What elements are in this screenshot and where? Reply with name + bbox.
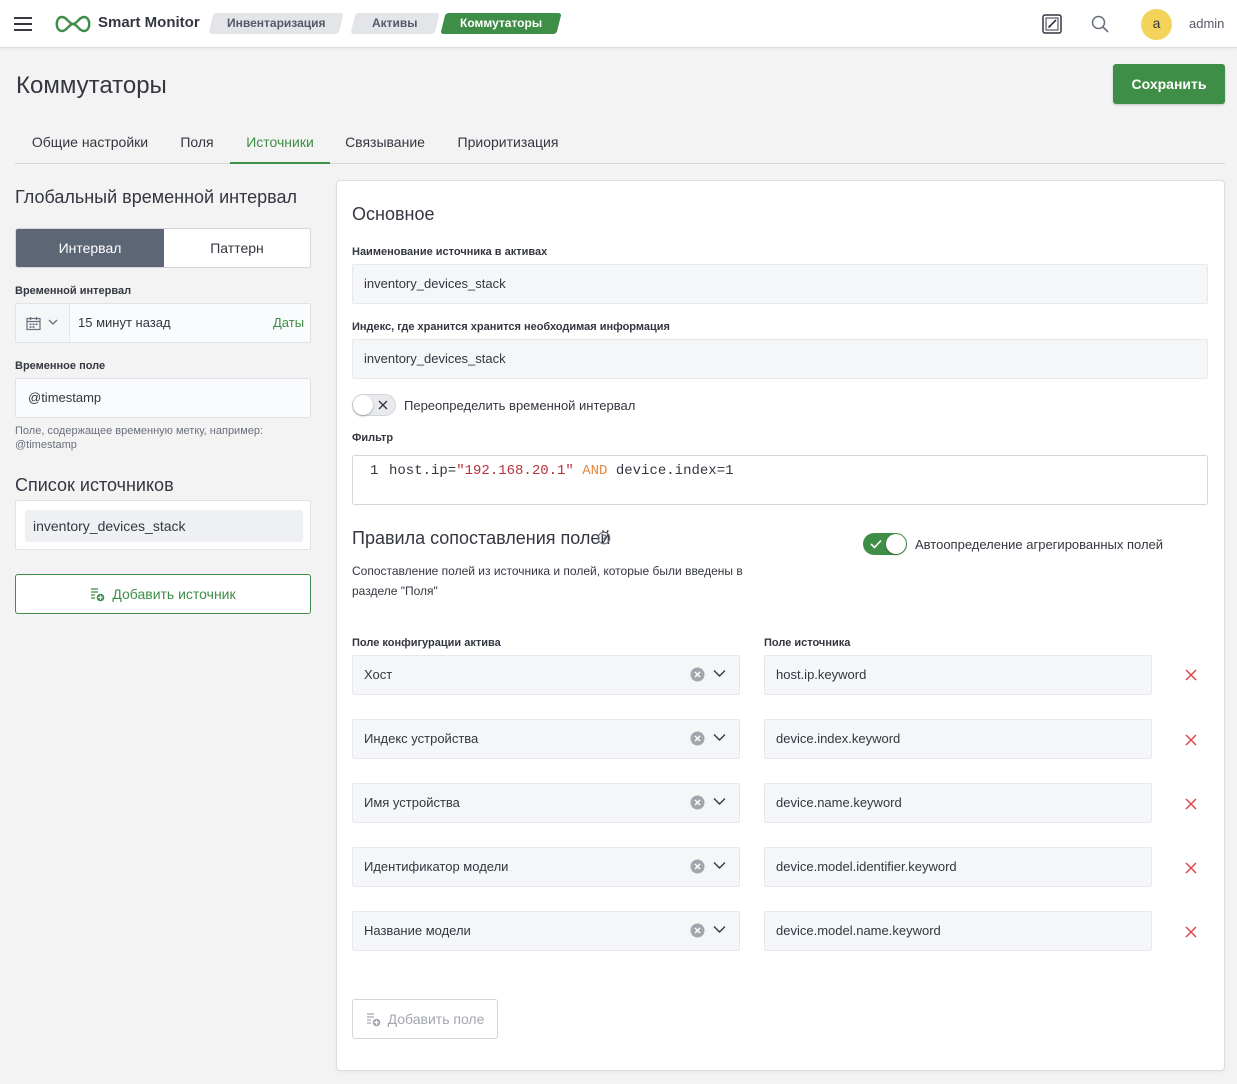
- asset-field-select[interactable]: Индекс устройства: [352, 719, 740, 759]
- source-field-input[interactable]: device.model.name.keyword: [764, 911, 1152, 951]
- delete-mapping-icon[interactable]: [1185, 862, 1197, 874]
- index-input[interactable]: inventory_devices_stack: [352, 339, 1208, 379]
- save-button[interactable]: Сохранить: [1113, 64, 1225, 104]
- asset-field-value: Имя устройства: [364, 795, 460, 810]
- asset-field-select[interactable]: Имя устройства: [352, 783, 740, 823]
- global-time-heading: Глобальный временной интервал: [15, 187, 298, 207]
- asset-field-column-label: Поле конфигурации актива: [352, 637, 501, 649]
- mapping-description: Сопоставление полей из источника и полей…: [352, 564, 743, 598]
- page-title: Коммутаторы: [16, 72, 167, 99]
- asset-field-select[interactable]: Название модели: [352, 911, 740, 951]
- app-name[interactable]: Smart Monitor: [98, 14, 200, 31]
- chevron-down-icon: [48, 319, 58, 326]
- mode-interval-button[interactable]: Интервал: [16, 229, 164, 267]
- chevron-down-icon[interactable]: [713, 669, 726, 678]
- toggle-knob: [886, 534, 906, 554]
- tab-general-settings[interactable]: Общие настройки: [15, 122, 165, 164]
- tab-linking[interactable]: Связывание: [331, 122, 439, 164]
- breadcrumb-switches[interactable]: Коммутаторы: [440, 13, 562, 34]
- source-field-input[interactable]: device.model.identifier.keyword: [764, 847, 1152, 887]
- override-interval-label: Переопределить временной интервал: [404, 398, 636, 413]
- source-name-label: Наименование источника в активах: [352, 246, 548, 258]
- delete-mapping-icon[interactable]: [1185, 926, 1197, 938]
- edit-note-icon[interactable]: [1040, 12, 1064, 36]
- source-field-input[interactable]: host.ip.keyword: [764, 655, 1152, 695]
- asset-field-value: Индекс устройства: [364, 731, 479, 746]
- chevron-down-icon[interactable]: [713, 797, 726, 806]
- source-field-column-label: Поле источника: [764, 637, 851, 649]
- asset-field-value: Хост: [364, 667, 393, 682]
- check-icon: [870, 539, 882, 549]
- top-bar: Smart Monitor Инвентаризация Активы Комм…: [0, 0, 1237, 48]
- add-source-label: Добавить источник: [112, 586, 236, 602]
- filter-label: Фильтр: [352, 432, 394, 444]
- source-field-input[interactable]: device.name.keyword: [764, 783, 1152, 823]
- auto-detect-toggle[interactable]: [863, 533, 907, 555]
- add-list-icon: [366, 1012, 381, 1027]
- dates-link[interactable]: Даты: [273, 304, 304, 342]
- quick-select-button[interactable]: [16, 304, 70, 342]
- delete-mapping-icon[interactable]: [1185, 734, 1197, 746]
- menu-icon[interactable]: [13, 14, 33, 34]
- asset-field-select[interactable]: Хост: [352, 655, 740, 695]
- delete-mapping-icon[interactable]: [1185, 669, 1197, 681]
- time-mode-switch: Интервал Паттерн: [15, 228, 311, 268]
- calendar-icon: [26, 316, 41, 331]
- chevron-down-icon[interactable]: [713, 925, 726, 934]
- chevron-down-icon[interactable]: [713, 733, 726, 742]
- help-icon[interactable]: [597, 531, 611, 545]
- chevron-down-icon[interactable]: [713, 861, 726, 870]
- logo-icon[interactable]: [52, 14, 94, 34]
- basic-heading: Основное: [352, 204, 435, 224]
- clear-icon[interactable]: [690, 795, 705, 810]
- asset-field-select[interactable]: Идентификатор модели: [352, 847, 740, 887]
- tab-sources[interactable]: Источники: [230, 122, 330, 164]
- override-interval-toggle[interactable]: [352, 394, 396, 416]
- close-icon: [378, 400, 388, 410]
- add-source-button[interactable]: Добавить источник: [15, 574, 311, 614]
- breadcrumb-inventory[interactable]: Инвентаризация: [208, 13, 344, 34]
- user-name[interactable]: admin: [1189, 16, 1224, 31]
- mode-pattern-button[interactable]: Паттерн: [164, 229, 310, 267]
- clear-icon[interactable]: [690, 667, 705, 682]
- source-name-input[interactable]: inventory_devices_stack: [352, 264, 1208, 304]
- asset-field-value: Идентификатор модели: [364, 859, 509, 874]
- tab-bar: Общие настройки Поля Источники Связывани…: [15, 122, 1225, 164]
- add-list-icon: [90, 587, 105, 602]
- clear-icon[interactable]: [690, 859, 705, 874]
- date-picker: 15 минут назад Даты: [15, 303, 311, 343]
- source-field-input[interactable]: device.index.keyword: [764, 719, 1152, 759]
- time-field-label: Временное поле: [15, 360, 106, 372]
- asset-field-value: Название модели: [364, 923, 471, 938]
- avatar[interactable]: a: [1141, 9, 1172, 40]
- tab-prioritization[interactable]: Приоритизация: [441, 122, 575, 164]
- tab-fields[interactable]: Поля: [165, 122, 229, 164]
- add-field-label: Добавить поле: [387, 1011, 485, 1027]
- time-field-input[interactable]: @timestamp: [15, 378, 311, 418]
- filter-code-line: host.ip="192.168.20.1" AND device.index=…: [389, 463, 734, 479]
- filter-editor[interactable]: 1 host.ip="192.168.20.1" AND device.inde…: [352, 455, 1208, 505]
- time-field-help: Поле, содержащее временную метку, наприм…: [15, 425, 264, 451]
- add-field-button[interactable]: Добавить поле: [352, 999, 498, 1039]
- auto-detect-label: Автоопределение агрегированных полей: [915, 537, 1164, 552]
- index-label: Индекс, где хранится хранится необходима…: [352, 321, 670, 333]
- sources-heading: Список источников: [15, 475, 174, 495]
- search-icon[interactable]: [1089, 13, 1111, 35]
- interval-label: Временной интервал: [15, 285, 132, 297]
- sources-list: inventory_devices_stack: [15, 500, 311, 550]
- line-number: 1: [370, 463, 379, 479]
- breadcrumb-assets[interactable]: Активы: [350, 13, 440, 34]
- interval-value[interactable]: 15 минут назад: [78, 304, 171, 342]
- delete-mapping-icon[interactable]: [1185, 798, 1197, 810]
- clear-icon[interactable]: [690, 731, 705, 746]
- mapping-heading: Правила сопоставления полей: [352, 528, 611, 548]
- source-item[interactable]: inventory_devices_stack: [25, 510, 303, 542]
- toggle-knob: [353, 395, 373, 415]
- clear-icon[interactable]: [690, 923, 705, 938]
